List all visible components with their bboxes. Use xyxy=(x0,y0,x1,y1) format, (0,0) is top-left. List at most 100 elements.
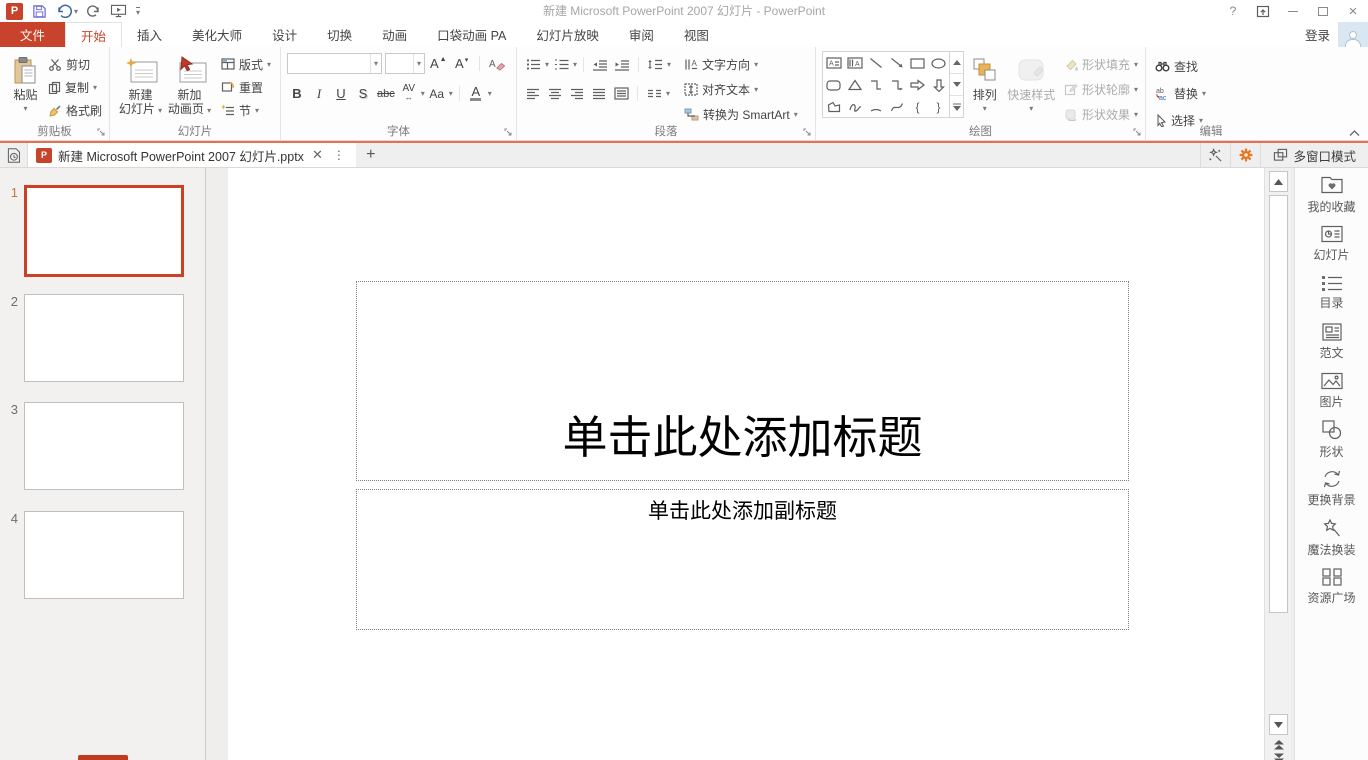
bullets-dropdown-arrow[interactable]: ▾ xyxy=(545,60,549,69)
sidebar-item-toc[interactable]: 目录 xyxy=(1295,268,1368,317)
sidebar-item-shapes[interactable]: 形状 xyxy=(1295,415,1368,464)
tab-review[interactable]: 审阅 xyxy=(614,22,669,47)
layout-dropdown-arrow[interactable]: ▾ xyxy=(267,60,271,69)
add-animation-page-dropdown-arrow[interactable]: ▾ xyxy=(207,106,211,115)
multi-window-mode-button[interactable]: 多窗口模式 xyxy=(1260,143,1368,167)
increase-font-size-button[interactable]: A ▲ xyxy=(428,53,449,74)
font-color-button[interactable]: A xyxy=(466,83,486,104)
replace-dropdown-arrow[interactable]: ▾ xyxy=(1202,89,1206,98)
tab-slideshow[interactable]: 幻灯片放映 xyxy=(521,22,614,47)
ribbon-display-options-button[interactable] xyxy=(1248,0,1278,22)
shape-textbox-icon[interactable]: A xyxy=(823,52,844,74)
start-slideshow-icon[interactable] xyxy=(110,4,127,18)
smartart-dropdown-arrow[interactable]: ▾ xyxy=(794,110,798,119)
minimize-button[interactable] xyxy=(1278,0,1308,22)
clipboard-dialog-launcher[interactable] xyxy=(97,128,106,137)
shape-triangle-icon[interactable] xyxy=(844,74,865,96)
scroll-up-button[interactable] xyxy=(1269,171,1288,192)
document-tab-close-icon[interactable]: ✕ xyxy=(310,147,325,163)
shape-elbow-connector-icon[interactable] xyxy=(865,74,886,96)
reset-button[interactable]: 重置 xyxy=(218,76,274,98)
shape-left-brace-icon[interactable]: { xyxy=(907,96,928,118)
tab-home[interactable]: 开始 xyxy=(65,22,123,47)
shape-line-icon[interactable] xyxy=(865,52,886,74)
shape-elbow-arrow-connector-icon[interactable] xyxy=(886,74,907,96)
slide-thumbnail-1[interactable] xyxy=(24,185,184,277)
sidebar-item-slides[interactable]: 幻灯片 xyxy=(1295,219,1368,268)
sidebar-item-pictures[interactable]: 图片 xyxy=(1295,366,1368,415)
sidebar-item-favorites[interactable]: 我的收藏 xyxy=(1295,170,1368,219)
scroll-down-button[interactable] xyxy=(1269,714,1288,735)
settings-gear-icon[interactable] xyxy=(1230,143,1260,167)
drawing-dialog-launcher[interactable] xyxy=(1133,128,1142,137)
maximize-button[interactable] xyxy=(1308,0,1338,22)
copy-dropdown-arrow[interactable]: ▾ xyxy=(93,83,97,92)
section-dropdown-arrow[interactable]: ▾ xyxy=(255,106,259,115)
shape-effects-dropdown-arrow[interactable]: ▾ xyxy=(1134,110,1138,119)
character-spacing-button[interactable]: AV ↔ xyxy=(399,83,419,104)
shape-curve-icon[interactable] xyxy=(886,96,907,118)
justify-button[interactable] xyxy=(589,83,609,104)
tab-view[interactable]: 视图 xyxy=(669,22,724,47)
change-case-button[interactable]: Aa xyxy=(427,83,447,104)
slide-thumbnail-4[interactable] xyxy=(24,511,184,599)
arrange-button[interactable]: 排列 ▾ xyxy=(964,51,1006,125)
magic-wand-icon[interactable] xyxy=(1200,143,1230,167)
shape-gallery-scroll-up-button[interactable] xyxy=(950,52,963,73)
help-button[interactable]: ? xyxy=(1218,0,1248,22)
arrange-dropdown-arrow[interactable]: ▾ xyxy=(983,102,987,116)
add-animation-page-button[interactable]: 新加 动画页 ▾ xyxy=(165,51,214,125)
shape-effects-button[interactable]: 形状效果 ▾ xyxy=(1061,103,1141,125)
shape-gallery-more-button[interactable] xyxy=(950,95,963,117)
sidebar-item-change-background[interactable]: 更换背景 xyxy=(1295,464,1368,513)
shape-right-brace-icon[interactable]: } xyxy=(928,96,949,118)
shape-rectangle-icon[interactable] xyxy=(907,52,928,74)
character-spacing-dropdown-arrow[interactable]: ▾ xyxy=(421,89,425,98)
copy-button[interactable]: 复制 ▾ xyxy=(45,76,105,98)
format-painter-button[interactable]: 格式刷 xyxy=(45,99,105,121)
paste-dropdown-arrow[interactable]: ▾ xyxy=(23,102,27,116)
layout-button[interactable]: 版式 ▾ xyxy=(218,53,274,75)
align-right-button[interactable] xyxy=(567,83,587,104)
align-text-button[interactable]: 对齐文本 ▾ xyxy=(681,78,801,100)
underline-button[interactable]: U xyxy=(331,83,351,104)
columns-dropdown-arrow[interactable]: ▾ xyxy=(666,89,670,98)
slide-thumbnail-2[interactable] xyxy=(24,294,184,382)
shape-gallery-scroll-down-button[interactable] xyxy=(950,73,963,95)
font-color-dropdown-arrow[interactable]: ▾ xyxy=(488,89,492,98)
font-size-combo[interactable]: ▾ xyxy=(385,53,425,74)
undo-dropdown-arrow[interactable]: ▾ xyxy=(74,7,78,16)
tab-animations[interactable]: 动画 xyxy=(367,22,422,47)
decrease-font-size-button[interactable]: A ▾ xyxy=(452,53,472,74)
section-button[interactable]: 节 ▾ xyxy=(218,99,274,121)
shape-rounded-rectangle-icon[interactable] xyxy=(823,74,844,96)
align-text-dropdown-arrow[interactable]: ▾ xyxy=(754,85,758,94)
tab-pocket-animation[interactable]: 口袋动画 PA xyxy=(422,22,521,47)
tab-file[interactable]: 文件 xyxy=(0,22,66,47)
line-spacing-dropdown-arrow[interactable]: ▾ xyxy=(667,60,671,69)
columns-button[interactable] xyxy=(644,83,664,104)
font-dialog-launcher[interactable] xyxy=(504,128,513,137)
shape-arc-icon[interactable] xyxy=(865,96,886,118)
tab-beautify-master[interactable]: 美化大师 xyxy=(177,22,257,47)
shape-freeform-icon[interactable] xyxy=(823,96,844,118)
shape-outline-button[interactable]: 形状轮廓 ▾ xyxy=(1061,78,1141,100)
sidebar-item-magic-dressup[interactable]: 魔法换装 xyxy=(1295,513,1368,562)
tab-insert[interactable]: 插入 xyxy=(122,22,177,47)
shape-right-arrow-icon[interactable] xyxy=(907,74,928,96)
line-spacing-button[interactable] xyxy=(645,54,665,75)
customize-qat-dropdown[interactable]: ▾ xyxy=(136,6,141,16)
tab-transitions[interactable]: 切换 xyxy=(312,22,367,47)
document-tab-active[interactable]: P 新建 Microsoft PowerPoint 2007 幻灯片.pptx … xyxy=(28,143,356,167)
font-name-combo[interactable]: ▾ xyxy=(287,53,382,74)
align-center-button[interactable] xyxy=(545,83,565,104)
increase-indent-button[interactable] xyxy=(612,54,632,75)
next-slide-button[interactable] xyxy=(1270,752,1288,760)
sidebar-item-resource-plaza[interactable]: 资源广场 xyxy=(1295,562,1368,611)
quick-styles-button[interactable]: 快速样式 ▾ xyxy=(1006,51,1057,125)
collapse-ribbon-button[interactable] xyxy=(1349,130,1360,137)
replace-button[interactable]: ab ac 替换 ▾ xyxy=(1152,82,1209,104)
subtitle-placeholder[interactable]: 单击此处添加副标题 xyxy=(356,489,1129,630)
shape-fill-button[interactable]: 形状填充 ▾ xyxy=(1061,53,1141,75)
tab-design[interactable]: 设计 xyxy=(257,22,312,47)
